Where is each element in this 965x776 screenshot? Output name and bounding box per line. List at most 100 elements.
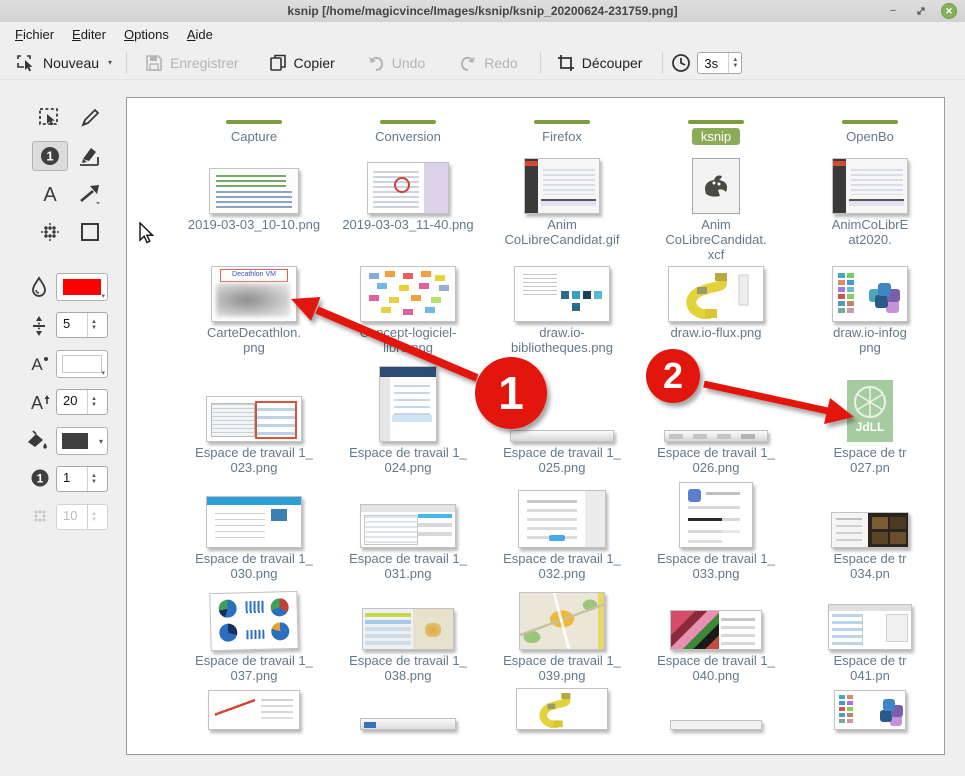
- select-tool-button[interactable]: [32, 103, 68, 133]
- swatch-dropdown-icon[interactable]: ▾: [101, 369, 105, 377]
- file-label: Anim CoLibreCandidat.gif: [487, 217, 637, 247]
- arrow-tool-button[interactable]: [72, 179, 108, 209]
- file-item: Espace de travail 1_ 023.png: [179, 370, 329, 475]
- number-start-icon: 1: [30, 468, 50, 488]
- spin-down-icon[interactable]: ▼: [91, 479, 97, 485]
- crop-button-label: Découper: [582, 55, 643, 71]
- file-label: Espace de travail 1_ 031.png: [333, 551, 483, 581]
- file-thumbnail: [514, 266, 610, 322]
- file-thumbnail: [679, 482, 753, 548]
- toolbar-separator: [662, 52, 663, 74]
- file-item: draw.io-flux.png: [641, 262, 791, 340]
- line-color-swatch[interactable]: ▾: [56, 273, 108, 301]
- font-size-value: 20: [57, 390, 87, 414]
- file-item: draw.io-infog png: [795, 262, 945, 355]
- delay-spinner[interactable]: 3s ▲ ▼: [697, 52, 742, 74]
- file-item: Espace de travail 1_ 032.png: [487, 484, 637, 581]
- folder-conversion: Conversion: [333, 120, 483, 146]
- folder-label: ksnip: [692, 128, 740, 145]
- file-thumbnail: [670, 720, 762, 730]
- file-label: Espace de tr 041.pn: [795, 653, 945, 683]
- menu-aide[interactable]: Aide: [178, 24, 222, 45]
- fill-color-swatch[interactable]: ▾: [56, 427, 108, 455]
- spin-down-icon[interactable]: ▼: [91, 402, 97, 408]
- file-item: Espace de travail 1_ 039.png: [487, 588, 637, 683]
- blur-tool-button[interactable]: [32, 217, 68, 247]
- crop-button[interactable]: Découper: [549, 50, 651, 76]
- file-thumbnail: [206, 396, 302, 442]
- new-button-label: Nouveau: [43, 55, 99, 71]
- minimize-button[interactable]: −: [885, 3, 901, 19]
- menu-fichier[interactable]: Fichier: [6, 24, 63, 45]
- new-capture-icon: [16, 54, 36, 72]
- file-thumbnail: [692, 158, 740, 214]
- line-width-spinner[interactable]: 5 ▲▼: [56, 312, 108, 338]
- file-label: CarteDecathlon. png: [179, 325, 329, 355]
- blur-strength-value: 10: [57, 505, 87, 529]
- font-size-icon: A: [28, 391, 52, 413]
- number-start-spinner[interactable]: 1 ▲▼: [56, 466, 108, 492]
- rect-tool-button[interactable]: [72, 217, 108, 247]
- file-label: Espace de travail 1_ 025.png: [487, 445, 637, 475]
- menubar: Fichier Editer Options Aide: [0, 22, 965, 46]
- new-dropdown-icon[interactable]: ▾: [108, 58, 112, 67]
- file-thumbnail: [831, 512, 909, 548]
- spin-down-icon[interactable]: ▼: [732, 63, 738, 69]
- file-thumbnail: [379, 366, 437, 442]
- file-label: draw.io-flux.png: [641, 325, 791, 340]
- folder-label: Conversion: [375, 129, 441, 144]
- file-item: Concept-logiciel- libre.png: [333, 262, 483, 355]
- file-item: [487, 686, 637, 730]
- spin-down-icon[interactable]: ▼: [91, 325, 97, 331]
- blur-strength-icon: [30, 506, 50, 526]
- file-thumbnail: [519, 592, 605, 650]
- file-item: Espace de tr 041.pn: [795, 588, 945, 683]
- menu-editer[interactable]: Editer: [63, 24, 115, 45]
- jdll-wheel-icon: [851, 383, 889, 421]
- blurred-region: [216, 283, 290, 317]
- file-item: Espace de travail 1_ 040.png: [641, 588, 791, 683]
- redo-button[interactable]: Redo: [451, 51, 525, 75]
- font-size-spinner[interactable]: 20 ▲▼: [56, 389, 108, 415]
- folder-firefox: Firefox: [487, 120, 637, 146]
- copy-button[interactable]: Copier: [261, 50, 343, 76]
- swatch-dropdown-icon[interactable]: ▾: [99, 437, 103, 446]
- editor-canvas[interactable]: Capture Conversion Firefox ksnip OpenBo …: [126, 97, 945, 755]
- file-thumbnail: [832, 266, 908, 322]
- undo-button[interactable]: Undo: [359, 51, 433, 75]
- new-button[interactable]: Nouveau ▾: [8, 50, 120, 76]
- file-label: Espace de travail 1_ 024.png: [333, 445, 483, 475]
- marker-tool-button[interactable]: [72, 141, 108, 171]
- text-color-swatch[interactable]: ▾: [56, 350, 108, 378]
- menu-options[interactable]: Options: [115, 24, 178, 45]
- number-start-value: 1: [57, 467, 87, 491]
- folder-icon: [842, 120, 898, 124]
- number-tool-button[interactable]: 1: [32, 141, 68, 171]
- blur-strength-spinner[interactable]: 10 ▲▼: [56, 504, 108, 530]
- maximize-button[interactable]: [913, 3, 929, 19]
- file-item: Espace de travail 1_ 038.png: [333, 588, 483, 683]
- file-thumbnail: [834, 690, 906, 730]
- folder-label: OpenBo: [846, 129, 894, 144]
- delay-spin-arrows[interactable]: ▲ ▼: [728, 53, 741, 73]
- save-button[interactable]: Enregistrer: [137, 50, 246, 76]
- file-label: Espace de travail 1_ 023.png: [179, 445, 329, 475]
- toolbar-separator: [126, 52, 127, 74]
- swatch-dropdown-icon[interactable]: ▾: [101, 292, 105, 300]
- file-item: Espace de tr 034.pn: [795, 484, 945, 581]
- file-label: 2019-03-03_10-10.png: [179, 217, 329, 232]
- file-thumbnail: [360, 266, 456, 322]
- folder-icon: [688, 120, 744, 124]
- file-item: 2019-03-03_10-10.png: [179, 154, 329, 232]
- file-thumbnail: [206, 496, 302, 548]
- pen-tool-button[interactable]: [72, 103, 108, 133]
- file-label: Concept-logiciel- libre.png: [333, 325, 483, 355]
- file-thumbnail: [518, 490, 606, 548]
- select-area-icon: [38, 107, 62, 129]
- undo-button-label: Undo: [392, 55, 425, 71]
- text-tool-button[interactable]: A: [32, 179, 68, 209]
- text-color-value: [62, 355, 102, 373]
- titlebar[interactable]: ksnip [/home/magicvince/Images/ksnip/ksn…: [0, 0, 965, 23]
- close-button[interactable]: ✕: [941, 3, 957, 19]
- file-label: 2019-03-03_11-40.png: [333, 217, 483, 232]
